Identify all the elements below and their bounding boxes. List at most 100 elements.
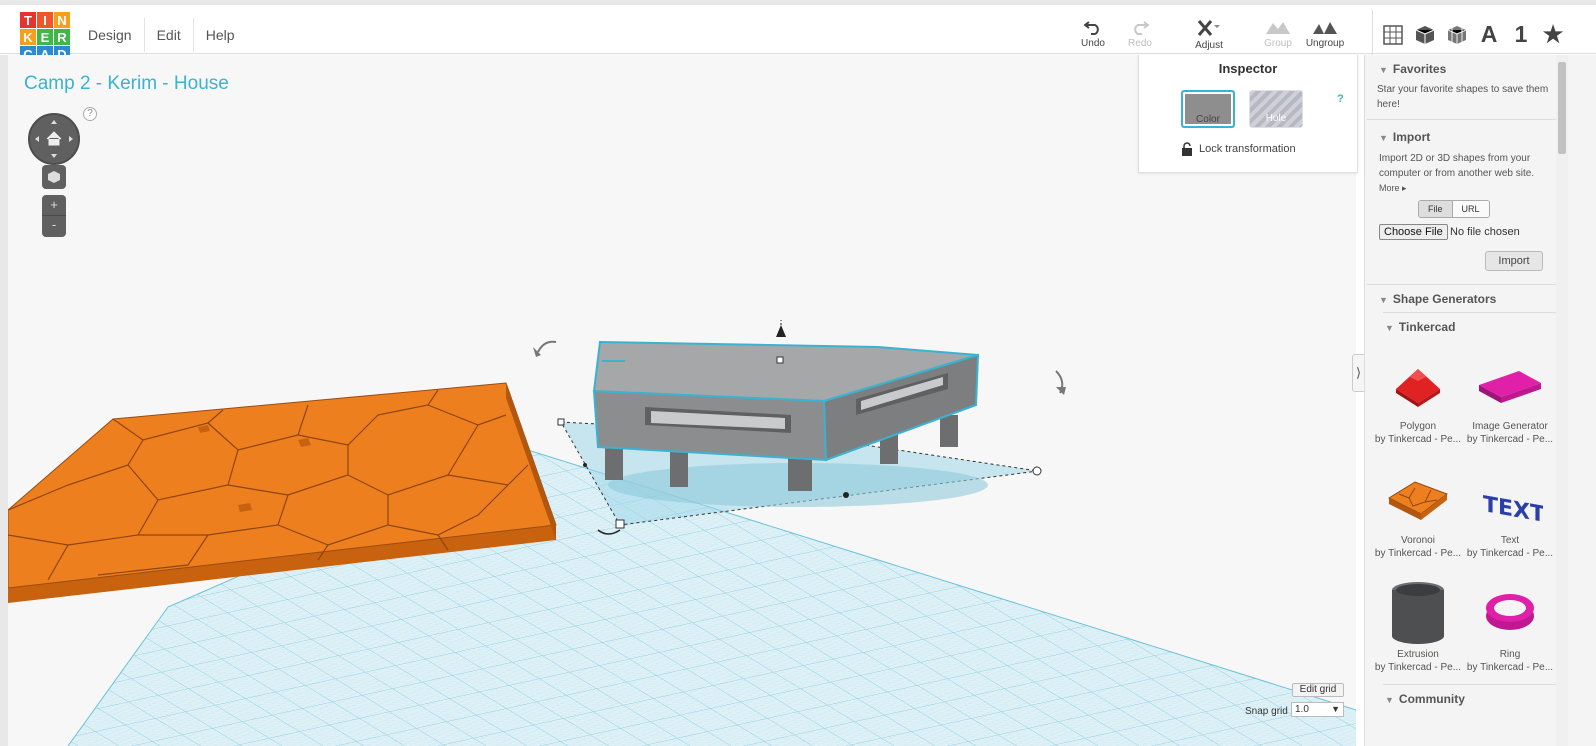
logo-letter: T — [20, 12, 36, 28]
favorites-title: Favorites — [1392, 62, 1447, 76]
shape-generators-title: Shape Generators — [1392, 292, 1497, 306]
favorites-text: Star your favorite shapes to save them h… — [1377, 84, 1549, 110]
star-icon[interactable]: ★ — [1539, 21, 1567, 49]
community-subheader[interactable]: ▼ Community — [1385, 692, 1465, 706]
left-edge — [0, 55, 8, 746]
polygon-icon — [1396, 369, 1440, 407]
logo-letter: E — [37, 29, 53, 45]
no-file-text: No file chosen — [1450, 226, 1520, 238]
lock-icon — [1182, 142, 1192, 156]
number-icon[interactable]: 1 — [1507, 21, 1535, 49]
zoom-controls: + - — [42, 195, 66, 237]
dropdown-arrow-icon: ▼ — [1331, 704, 1340, 714]
tinkercad-subheader[interactable]: ▼ Tinkercad — [1385, 320, 1455, 334]
wireframe-view-icon[interactable] — [1443, 21, 1471, 49]
collapse-triangle-icon: ▼ — [1379, 133, 1388, 143]
color-swatch[interactable]: Color — [1181, 90, 1235, 128]
shape-name: Voronoi — [1401, 535, 1435, 546]
text-icon[interactable]: A — [1475, 21, 1503, 49]
redo-button[interactable]: Redo — [1112, 19, 1168, 49]
inspector-help-icon[interactable]: ? — [1337, 93, 1344, 105]
sidebar-scroll-thumb[interactable] — [1558, 62, 1566, 154]
cube-icon — [48, 171, 60, 183]
undo-label: Undo — [1081, 38, 1105, 49]
choose-file-button[interactable]: Choose File — [1379, 224, 1448, 240]
zoom-in-button[interactable]: + — [42, 195, 66, 216]
extrusion-icon — [1392, 582, 1444, 644]
fit-view-button[interactable] — [42, 165, 66, 189]
divider — [1383, 684, 1557, 685]
menu-help[interactable]: Help — [194, 18, 247, 52]
group-icon — [1266, 22, 1290, 34]
import-text: Import 2D or 3D shapes from your compute… — [1379, 153, 1535, 179]
shape-ring[interactable]: Ring by Tinkercad - Pe... — [1465, 579, 1555, 673]
svg-text:TEXT: TEXT — [1483, 491, 1543, 522]
shape-author: by Tinkercad - Pe... — [1374, 662, 1462, 673]
orbit-control[interactable] — [28, 113, 80, 165]
box-view-icon[interactable] — [1411, 21, 1439, 49]
collapse-sidebar-button[interactable]: ⟩ — [1352, 354, 1364, 392]
view-buttons: A 1 ★ — [1372, 10, 1596, 59]
view-help-icon[interactable]: ? — [83, 107, 97, 121]
menu-edit[interactable]: Edit — [145, 18, 194, 52]
shape-polygon[interactable]: Polygon by Tinkercad - Pe... — [1373, 351, 1463, 445]
menu-design[interactable]: Design — [76, 18, 145, 52]
shape-author: by Tinkercad - Pe... — [1374, 434, 1462, 445]
voronoi-icon — [1387, 481, 1449, 520]
shape-text[interactable]: TEXT Text by Tinkercad - Pe... — [1465, 465, 1555, 559]
grid-view-icon[interactable] — [1379, 21, 1407, 49]
sidebar-scrollbar[interactable] — [1556, 55, 1568, 746]
shape-author: by Tinkercad - Pe... — [1466, 662, 1554, 673]
shape-extrusion[interactable]: Extrusion by Tinkercad - Pe... — [1373, 579, 1463, 673]
zoom-out-button[interactable]: - — [42, 216, 66, 236]
undo-icon — [1084, 21, 1099, 35]
redo-icon — [1134, 21, 1149, 35]
collapse-triangle-icon: ▼ — [1379, 65, 1388, 75]
adjust-icon — [1197, 20, 1220, 36]
shape-author: by Tinkercad - Pe... — [1466, 548, 1554, 559]
logo-letter: R — [54, 29, 70, 45]
divider — [1383, 312, 1557, 313]
ring-icon — [1486, 594, 1534, 630]
shape-name: Text — [1500, 535, 1520, 546]
ungroup-label: Ungroup — [1305, 38, 1345, 49]
top-bar: T I N K E R C A D Design Edit Help Undo … — [0, 0, 1596, 62]
tab-url[interactable]: URL — [1452, 201, 1489, 217]
collapse-triangle-icon: ▼ — [1385, 323, 1394, 333]
collapse-triangle-icon: ▼ — [1379, 295, 1388, 305]
home-icon[interactable] — [28, 113, 80, 165]
inspector-title: Inspector — [1218, 61, 1278, 76]
logo-letter: K — [20, 29, 36, 45]
divider — [1367, 284, 1557, 285]
lock-transformation-toggle[interactable]: Lock transformation — [1181, 142, 1296, 156]
shape-name: Image Generator — [1472, 421, 1548, 432]
image-generator-icon — [1479, 371, 1541, 403]
shape-name: Extrusion — [1397, 649, 1439, 660]
divider — [1367, 119, 1557, 120]
text-shape-icon: TEXT — [1483, 491, 1543, 522]
edit-grid-button[interactable]: Edit grid — [1292, 683, 1344, 697]
snap-grid-select[interactable]: 1.0 ▼ — [1291, 702, 1344, 717]
community-title: Community — [1398, 692, 1465, 706]
more-link[interactable]: More ▸ — [1379, 183, 1407, 194]
import-source-toggle: File URL — [1418, 200, 1490, 218]
redo-label: Redo — [1128, 38, 1152, 49]
tinkercad-subtitle: Tinkercad — [1398, 320, 1456, 334]
group-label: Group — [1264, 38, 1292, 49]
ungroup-button[interactable]: Ungroup — [1297, 19, 1353, 49]
import-button[interactable]: Import — [1485, 251, 1543, 271]
shape-image-generator[interactable]: Image Generator by Tinkercad - Pe... — [1465, 351, 1555, 445]
collapse-triangle-icon: ▼ — [1385, 695, 1394, 705]
shape-name: Polygon — [1399, 421, 1437, 432]
shape-voronoi[interactable]: Voronoi by Tinkercad - Pe... — [1373, 465, 1463, 559]
shape-author: by Tinkercad - Pe... — [1374, 548, 1462, 559]
import-header[interactable]: ▼ Import — [1379, 130, 1430, 144]
favorites-header[interactable]: ▼ Favorites — [1379, 62, 1446, 76]
adjust-button[interactable]: Adjust — [1181, 19, 1237, 51]
shape-generators-header[interactable]: ▼ Shape Generators — [1379, 292, 1496, 306]
adjust-label: Adjust — [1195, 40, 1223, 51]
hole-swatch[interactable]: Hole — [1249, 90, 1303, 128]
tab-file[interactable]: File — [1419, 201, 1453, 217]
lock-label: Lock transformation — [1199, 143, 1296, 155]
design-title[interactable]: Camp 2 - Kerim - House — [24, 73, 229, 95]
